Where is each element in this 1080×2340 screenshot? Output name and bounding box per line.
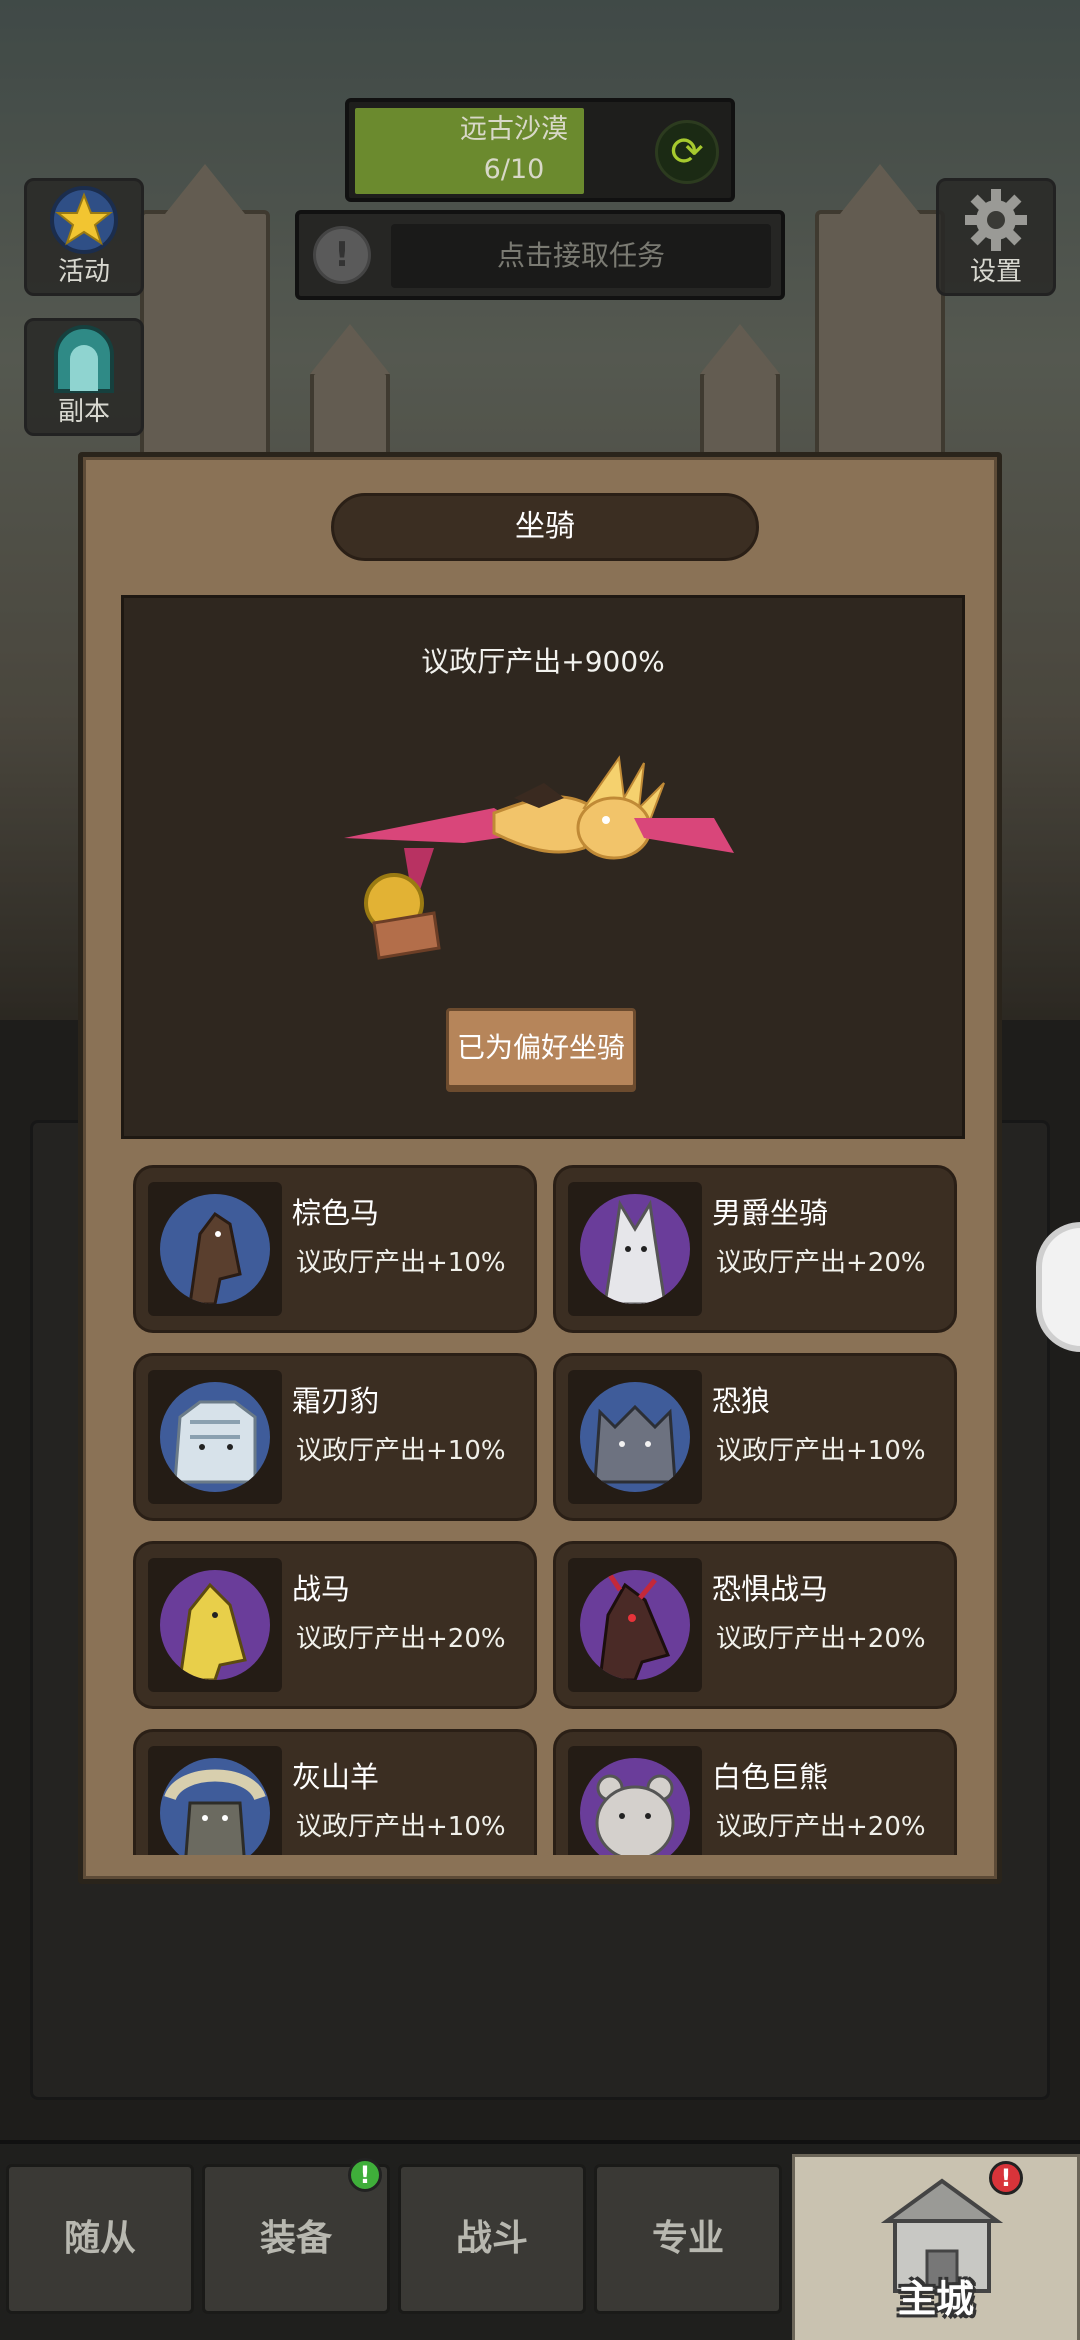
- notification-badge: !: [348, 2158, 382, 2192]
- gear-icon: [956, 185, 1036, 255]
- preferred-mount-button[interactable]: 已为偏好坐骑: [446, 1008, 636, 1088]
- mount-portrait: [148, 1182, 282, 1316]
- nav-profession[interactable]: 专业: [594, 2164, 782, 2314]
- current-output: 议政厅产出+900%: [421, 645, 665, 678]
- area-progress-box[interactable]: 远古沙漠 6/10 ⟳: [345, 98, 735, 202]
- mount-output: 议政厅产出+10%: [296, 1248, 506, 1278]
- mount-card[interactable]: 棕色马 议政厅产出+10%: [133, 1165, 537, 1333]
- mount-name: 男爵坐骑: [712, 1196, 829, 1230]
- white-bear-icon: [580, 1758, 690, 1855]
- baron-horse-icon: [580, 1194, 690, 1304]
- mount-portrait: [148, 1558, 282, 1692]
- mount-output: 议政厅产出+20%: [296, 1624, 506, 1654]
- mount-portrait: [568, 1370, 702, 1504]
- mount-output: 议政厅产出+20%: [716, 1812, 926, 1842]
- panel-title: 坐骑: [331, 493, 759, 561]
- mount-card[interactable]: 霜刃豹 议政厅产出+10%: [133, 1353, 537, 1521]
- mount-card[interactable]: 灰山羊 议政厅产出+10%: [133, 1729, 537, 1855]
- mount-card[interactable]: 战马 议政厅产出+20%: [133, 1541, 537, 1709]
- settings-label: 设置: [969, 257, 1022, 287]
- mount-panel: 坐骑 议政厅产出+900% 已为偏好坐骑 棕色马 议政厅产出+10% 男爵坐骑 …: [78, 452, 1002, 1884]
- refresh-icon[interactable]: ⟳: [655, 120, 719, 184]
- nav-followers[interactable]: 随从: [6, 2164, 194, 2314]
- mount-output: 议政厅产出+20%: [716, 1624, 926, 1654]
- mount-preview: 议政厅产出+900% 已为偏好坐骑: [121, 595, 965, 1139]
- horse-icon: [160, 1194, 270, 1304]
- activity-button[interactable]: 活动: [24, 178, 144, 296]
- mount-portrait: [148, 1746, 282, 1855]
- mount-name: 恐惧战马: [712, 1572, 829, 1606]
- mount-card[interactable]: 恐狼 议政厅产出+10%: [553, 1353, 957, 1521]
- mount-name: 灰山羊: [292, 1760, 380, 1794]
- mount-name: 白色巨熊: [712, 1760, 829, 1794]
- phoenix-mount-image: [344, 755, 734, 960]
- nav-main-city[interactable]: 主城 !: [792, 2154, 1080, 2340]
- mount-output: 议政厅产出+10%: [296, 1436, 506, 1466]
- dungeon-label: 副本: [57, 397, 110, 427]
- dire-wolf-icon: [580, 1382, 690, 1492]
- dungeon-button[interactable]: 副本: [24, 318, 144, 436]
- mount-portrait: [148, 1370, 282, 1504]
- mount-name: 霜刃豹: [292, 1384, 380, 1418]
- portal-icon: [44, 325, 124, 395]
- star-icon: [44, 185, 124, 255]
- mount-output: 议政厅产出+20%: [716, 1248, 926, 1278]
- mount-portrait: [568, 1182, 702, 1316]
- mount-card[interactable]: 男爵坐骑 议政厅产出+20%: [553, 1165, 957, 1333]
- area-progress-text: 6/10: [483, 154, 545, 185]
- nav-battle[interactable]: 战斗: [398, 2164, 586, 2314]
- bottom-nav: 随从 装备 ! 战斗 专业 主城 !: [0, 2140, 1080, 2340]
- mount-output: 议政厅产出+10%: [296, 1812, 506, 1842]
- activity-label: 活动: [57, 257, 110, 287]
- mount-name: 恐狼: [712, 1384, 771, 1418]
- notification-badge: !: [989, 2161, 1023, 2195]
- warhorse-icon: [160, 1570, 270, 1680]
- mount-output: 议政厅产出+10%: [716, 1436, 926, 1466]
- area-name: 远古沙漠: [460, 114, 568, 145]
- alert-icon: !: [313, 226, 371, 284]
- task-prompt[interactable]: 点击接取任务: [391, 224, 771, 288]
- mount-card[interactable]: 白色巨熊 议政厅产出+20%: [553, 1729, 957, 1855]
- mount-name: 棕色马: [292, 1196, 380, 1230]
- dreadsteed-icon: [580, 1570, 690, 1680]
- mount-list[interactable]: 棕色马 议政厅产出+10% 男爵坐骑 议政厅产出+20% 霜刃豹 议政厅产出+1…: [133, 1165, 963, 1855]
- settings-button[interactable]: 设置: [936, 178, 1056, 296]
- mount-portrait: [568, 1746, 702, 1855]
- mount-portrait: [568, 1558, 702, 1692]
- frost-panther-icon: [160, 1382, 270, 1492]
- mount-card[interactable]: 恐惧战马 议政厅产出+20%: [553, 1541, 957, 1709]
- nav-main-city-label: 主城: [897, 2277, 974, 2321]
- task-box[interactable]: ! 点击接取任务: [295, 210, 785, 300]
- gray-ram-icon: [160, 1758, 270, 1855]
- mount-name: 战马: [292, 1572, 351, 1606]
